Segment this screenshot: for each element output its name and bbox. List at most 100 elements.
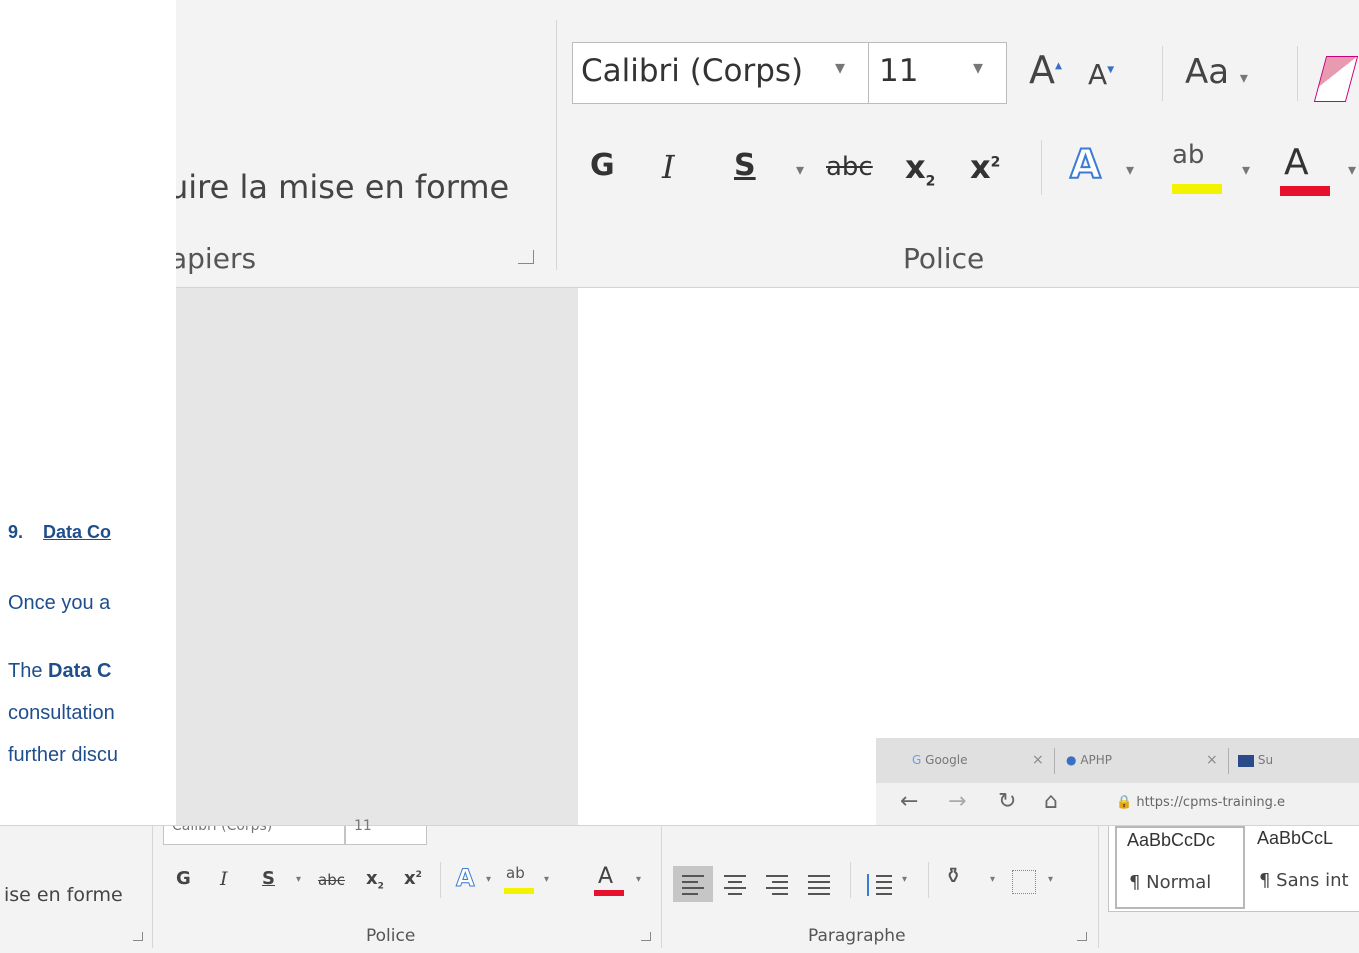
chevron-down-icon[interactable]: ▾: [636, 874, 641, 885]
clipboard-group-label: apiers: [176, 242, 257, 275]
chevron-down-icon[interactable]: ▾: [1348, 160, 1356, 179]
superscript-button[interactable]: x2: [404, 868, 422, 889]
heading-link[interactable]: Data Co: [43, 522, 111, 542]
document-paragraph-line: Once you a: [8, 592, 111, 614]
bold-term: Data C: [48, 660, 112, 682]
font-size-combobox[interactable]: 11 ▾: [869, 42, 1007, 104]
style-name: ¶ Sans int: [1259, 870, 1349, 891]
clear-formatting-icon[interactable]: [1313, 56, 1359, 102]
font-name-combobox[interactable]: Calibri (Corps) ▾: [572, 42, 869, 104]
chevron-down-icon[interactable]: ▾: [835, 55, 845, 79]
font-size-combobox[interactable]: 11: [345, 818, 427, 845]
chevron-down-icon[interactable]: ▾: [990, 874, 995, 885]
chevron-down-icon[interactable]: ▾: [296, 874, 301, 885]
align-right-icon[interactable]: [757, 866, 797, 902]
subscript-icon: x: [366, 868, 378, 889]
grow-font-button[interactable]: A▴: [1029, 48, 1062, 92]
browser-toolbar: ← → ↻ ⌂ 🔒 https://cpms-training.e: [876, 783, 1359, 825]
italic-button[interactable]: I: [220, 868, 228, 890]
divider: [1162, 46, 1163, 101]
align-center-icon[interactable]: [715, 866, 755, 902]
font-size-value: 11: [879, 53, 919, 89]
format-painter-label[interactable]: ise en forme: [4, 884, 123, 906]
underline-button[interactable]: S: [734, 148, 756, 183]
bold-button[interactable]: G: [176, 868, 191, 889]
font-size-value: 11: [354, 818, 372, 834]
chevron-down-icon[interactable]: ▾: [973, 55, 983, 79]
reload-icon[interactable]: ↻: [998, 789, 1016, 814]
bold-button[interactable]: G: [590, 148, 615, 183]
shrink-font-icon: A: [1088, 58, 1108, 91]
highlight-color-swatch: [504, 888, 534, 894]
subscript-button[interactable]: x2: [366, 868, 384, 892]
superscript-icon: x: [970, 148, 991, 186]
document-paragraph-line: further discu: [8, 744, 119, 766]
chevron-down-icon[interactable]: ▾: [486, 874, 491, 885]
styles-gallery: AaBbCcDc ¶ Normal AaBbCcL ¶ Sans int: [1108, 826, 1359, 912]
subscript-icon: x: [905, 148, 926, 186]
borders-icon[interactable]: [1012, 870, 1036, 894]
chevron-down-icon[interactable]: ▾: [796, 160, 804, 179]
arrow-up-icon: ▴: [1055, 57, 1063, 74]
chevron-down-icon[interactable]: ▾: [902, 874, 907, 885]
superscript-button[interactable]: x2: [970, 148, 1000, 186]
align-left-button[interactable]: [673, 866, 713, 902]
document-paragraph-line: consultation: [8, 702, 115, 724]
text-effects-button[interactable]: A: [456, 864, 476, 893]
strikethrough-button[interactable]: abc: [318, 871, 345, 889]
browser-tab-su[interactable]: Su: [1238, 738, 1273, 783]
highlight-button[interactable]: ab: [506, 864, 525, 882]
chevron-down-icon[interactable]: ▾: [544, 874, 549, 885]
underline-button[interactable]: S: [262, 868, 275, 889]
chevron-down-icon[interactable]: ▾: [1126, 160, 1134, 179]
style-name: ¶ Normal: [1129, 872, 1212, 893]
document-margin-area: [176, 288, 578, 825]
dialog-launcher-icon[interactable]: [133, 932, 143, 941]
italic-button[interactable]: I: [662, 148, 675, 186]
shrink-font-button[interactable]: A▾: [1088, 58, 1114, 91]
style-no-spacing[interactable]: AaBbCcL ¶ Sans int: [1249, 826, 1359, 909]
site-icon: [1238, 754, 1254, 767]
font-color-button[interactable]: A: [598, 864, 613, 889]
strikethrough-button[interactable]: abc: [826, 152, 873, 182]
font-color-button[interactable]: A: [1284, 142, 1309, 183]
ribbon-home-small: Calibri (Corps) 11 ise en forme G I S ▾ …: [0, 818, 1359, 953]
dialog-launcher-icon[interactable]: [641, 932, 651, 941]
document-paragraph-line: The Data C: [8, 660, 111, 683]
document-heading: 9. Data Co: [8, 522, 111, 543]
format-painter-label[interactable]: uire la mise en forme: [176, 168, 509, 206]
text-effects-button[interactable]: A: [1069, 141, 1102, 189]
back-icon[interactable]: ←: [900, 789, 918, 814]
font-color-swatch: [594, 890, 624, 896]
chevron-down-icon[interactable]: ▾: [1242, 160, 1250, 179]
style-normal[interactable]: AaBbCcDc ¶ Normal: [1115, 826, 1245, 909]
subscript-mark: 2: [377, 881, 384, 892]
text-fragment: The: [8, 660, 49, 682]
change-case-button[interactable]: Aa ▾: [1185, 52, 1248, 92]
forward-icon[interactable]: →: [948, 789, 966, 814]
close-icon[interactable]: ×: [1032, 738, 1044, 783]
chevron-down-icon[interactable]: ▾: [1048, 874, 1053, 885]
paragraph-group-label: Paragraphe: [808, 926, 906, 946]
dialog-launcher-icon[interactable]: [518, 250, 534, 264]
group-divider: [1098, 826, 1099, 948]
font-name-combobox[interactable]: Calibri (Corps): [163, 826, 345, 845]
justify-icon[interactable]: [799, 866, 839, 902]
font-group-label: Police: [366, 926, 416, 946]
highlight-button[interactable]: ab: [1172, 140, 1204, 170]
divider: [1041, 140, 1042, 195]
line-spacing-icon[interactable]: [862, 866, 896, 902]
divider: [850, 862, 851, 898]
dialog-launcher-icon[interactable]: [1077, 932, 1087, 941]
home-icon[interactable]: ⌂: [1044, 789, 1058, 814]
subscript-button[interactable]: x2: [905, 148, 935, 189]
browser-tab-google[interactable]: G Google: [912, 738, 967, 783]
google-icon: G: [912, 753, 922, 767]
close-icon[interactable]: ×: [1206, 738, 1218, 783]
shading-icon[interactable]: ⚱: [944, 864, 962, 889]
superscript-mark: 2: [415, 870, 422, 880]
heading-number: 9.: [8, 522, 24, 542]
tab-label: Su: [1257, 753, 1274, 767]
browser-tab-aphp[interactable]: ● APHP: [1066, 738, 1112, 783]
address-bar[interactable]: 🔒 https://cpms-training.e: [1116, 795, 1285, 810]
